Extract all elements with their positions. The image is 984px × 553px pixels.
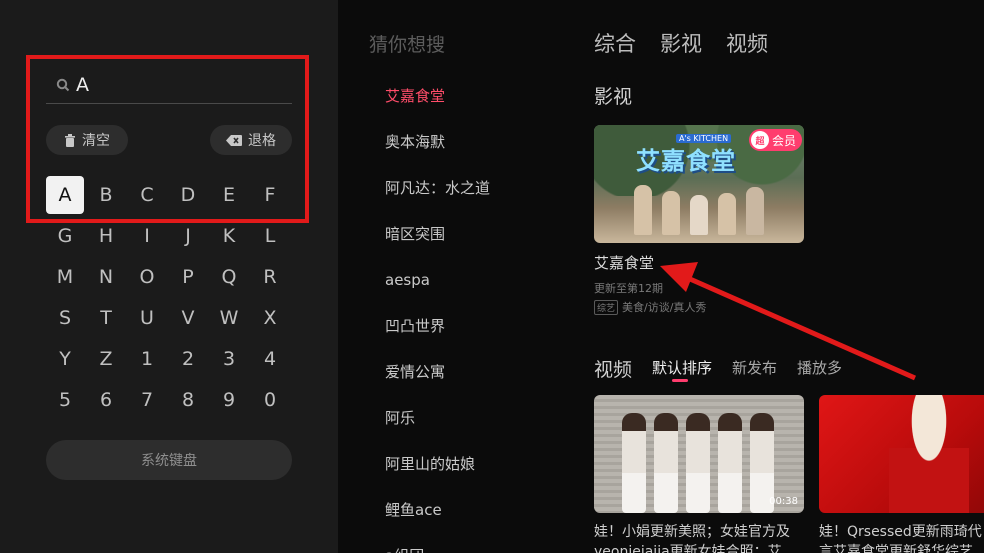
key-c[interactable]: C [128,176,166,214]
key-o[interactable]: O [128,258,166,296]
film-card-meta: 综艺 美食/访谈/真人秀 [594,299,706,315]
key-b[interactable]: B [87,176,125,214]
key-k[interactable]: K [210,217,248,255]
key-0[interactable]: 0 [251,381,289,419]
suggestion-item[interactable]: 凹凸世界 [385,314,490,360]
key-s[interactable]: S [46,299,84,337]
video-thumbnail-person [889,395,969,513]
suggestion-list: 艾嘉食堂 奥本海默 阿凡达：水之道 暗区突围 aespa 凹凸世界 爱情公寓 阿乐 阿里山的姑娘… [385,84,490,544]
on-screen-keyboard: ABCDEF GHIJKL MNOPQR STUVWX YZ1234 567890 [46,176,292,422]
backspace-icon [226,134,242,146]
key-e[interactable]: E [210,176,248,214]
poster-people [634,179,764,235]
suggestion-item[interactable]: 阿里山的姑娘 [385,452,490,498]
key-2[interactable]: 2 [169,340,207,378]
suggestion-item[interactable]: a组团 [385,545,424,553]
video-duration: 00:38 [769,496,798,507]
key-q[interactable]: Q [210,258,248,296]
tab-2[interactable]: 视频 [726,28,768,58]
suggestion-item[interactable]: 鲤鱼ace [385,498,490,544]
search-input[interactable]: A [46,66,292,104]
backspace-button-label: 退格 [248,133,276,149]
sort-tab-0[interactable]: 默认排序 [652,357,712,382]
key-x[interactable]: X [251,299,289,337]
key-g[interactable]: G [46,217,84,255]
key-v[interactable]: V [169,299,207,337]
key-u[interactable]: U [128,299,166,337]
key-9[interactable]: 9 [210,381,248,419]
suggestion-item[interactable]: 艾嘉食堂 [385,84,490,130]
suggestions-title: 猜你想搜 [369,34,446,56]
key-t[interactable]: T [87,299,125,337]
suggestion-item[interactable]: aespa [385,268,490,314]
film-card-thumbnail[interactable]: A's KITCHEN 艾嘉食堂 超 会员 [594,125,804,243]
key-3[interactable]: 3 [210,340,248,378]
key-r[interactable]: R [251,258,289,296]
system-keyboard-button[interactable]: 系统键盘 [46,440,292,480]
film-section-title: 影视 [594,86,633,108]
key-w[interactable]: W [210,299,248,337]
film-card-title[interactable]: 艾嘉食堂 [594,252,654,273]
video-thumbnail-people [622,405,782,513]
search-query: A [76,73,89,96]
vip-badge: 超 会员 [748,129,802,151]
video-title-1[interactable]: 娃！小娟更新美照；女娃官方及yeonjeiaiia更新女娃合照：艾 [594,522,804,553]
key-4[interactable]: 4 [251,340,289,378]
tab-0[interactable]: 综合 [594,28,636,58]
backspace-button[interactable]: 退格 [210,125,292,155]
key-z[interactable]: Z [87,340,125,378]
key-a[interactable]: A [46,176,84,214]
key-1[interactable]: 1 [128,340,166,378]
film-card-genres: 美食/访谈/真人秀 [622,301,707,314]
tab-1[interactable]: 影视 [660,28,702,58]
suggestion-item[interactable]: 奥本海默 [385,130,490,176]
key-8[interactable]: 8 [169,381,207,419]
key-i[interactable]: I [128,217,166,255]
video-card-thumbnail-1[interactable]: 00:38 [594,395,804,513]
video-sort-tabs: 默认排序 新发布 播放多 [652,357,842,382]
suggestion-item[interactable]: 爱情公寓 [385,360,490,406]
trash-icon [65,133,75,147]
video-card-thumbnail-2[interactable] [819,395,984,513]
key-y[interactable]: Y [46,340,84,378]
key-d[interactable]: D [169,176,207,214]
sort-tab-1[interactable]: 新发布 [732,357,777,378]
film-card-genre-tag: 综艺 [594,299,619,315]
clear-button[interactable]: 清空 [46,125,128,155]
clear-button-label: 清空 [82,133,110,149]
key-p[interactable]: P [169,258,207,296]
vip-badge-label: 会员 [771,133,796,148]
key-m[interactable]: M [46,258,84,296]
key-6[interactable]: 6 [87,381,125,419]
result-tabs: 综合 影视 视频 [594,28,768,58]
video-section-title: 视频 [594,359,633,381]
key-7[interactable]: 7 [128,381,166,419]
suggestion-item[interactable]: 阿乐 [385,406,490,452]
film-card-update: 更新至第12期 [594,282,663,295]
poster-title-art: 艾嘉食堂 [636,147,736,175]
search-icon [46,78,72,92]
suggestion-item[interactable]: 阿凡达：水之道 [385,176,490,222]
key-n[interactable]: N [87,258,125,296]
vip-badge-tag: 超 [750,131,769,149]
video-title-2[interactable]: 娃！Qrsessed更新雨琦代言艾嘉食堂更新舒华综艺美照 [819,522,984,553]
key-5[interactable]: 5 [46,381,84,419]
search-panel: A 清空 退格 ABCDEFGHIJKLMNOPQRSTUVWXYZ123456… [0,0,338,553]
key-f[interactable]: F [251,176,289,214]
sort-tab-2[interactable]: 播放多 [797,357,842,378]
suggestion-item[interactable]: 暗区突围 [385,222,490,268]
key-l[interactable]: L [251,217,289,255]
key-h[interactable]: H [87,217,125,255]
key-j[interactable]: J [169,217,207,255]
